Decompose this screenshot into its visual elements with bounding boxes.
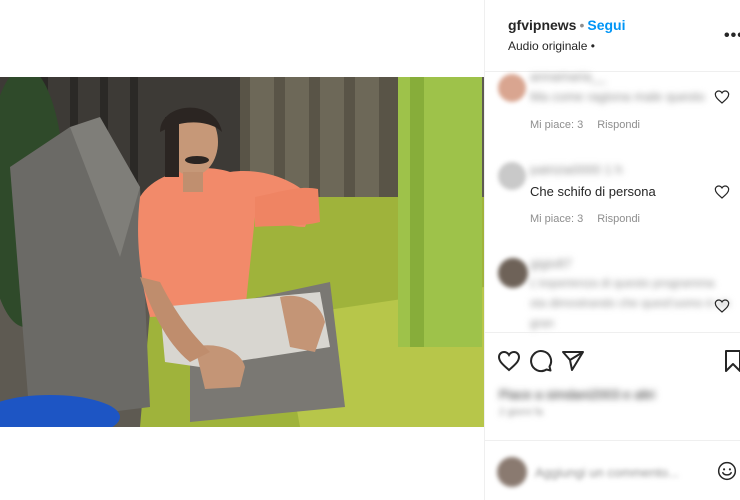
comment-avatar[interactable] xyxy=(498,162,526,190)
post-author: gfvipnews • Segui xyxy=(508,17,626,33)
comment-meta: Mi piace: 3 Rispondi xyxy=(530,119,654,131)
follow-button[interactable]: Segui xyxy=(587,17,625,33)
comment-item: patrizia0000 1 h Che schifo di persona M… xyxy=(485,160,740,240)
emoji-icon[interactable] xyxy=(717,461,737,481)
comment-text: Che schifo di persona xyxy=(530,184,656,199)
username-link[interactable]: gfvipnews xyxy=(508,17,576,33)
heart-icon[interactable] xyxy=(497,349,521,373)
comment-icon[interactable] xyxy=(529,349,553,373)
comment-text-line: gran xyxy=(530,316,555,330)
audio-label[interactable]: Audio originale • xyxy=(508,39,595,53)
add-comment-bar: Aggiungi un commento... xyxy=(485,440,740,500)
likes-summary[interactable]: Piace a simdani2003 e altri xyxy=(499,387,655,402)
more-options-icon[interactable]: ••• xyxy=(724,27,740,45)
comment-avatar[interactable] xyxy=(498,74,526,102)
video-player[interactable] xyxy=(0,77,484,427)
comment-text-line: sta dimostrando che quest'uomo è un xyxy=(530,296,730,310)
comment-likes[interactable]: Mi piace: 3 xyxy=(530,213,583,225)
header-separator: • xyxy=(579,17,585,33)
comment-author[interactable]: gigio87 xyxy=(530,256,572,271)
current-user-avatar xyxy=(497,457,527,487)
comment-heart-icon[interactable] xyxy=(714,184,730,200)
post-header: gfvipnews•Segui Audio originale • ••• xyxy=(485,0,740,72)
share-icon[interactable] xyxy=(561,349,585,373)
comment-heart-icon[interactable] xyxy=(714,89,730,105)
comment-meta: Mi piace: 3 Rispondi xyxy=(530,213,654,225)
comment-input[interactable]: Aggiungi un commento... xyxy=(535,465,679,480)
comment-item: annamaria__ Ma come ragiona male questo … xyxy=(485,69,740,142)
comment-avatar[interactable] xyxy=(498,258,528,288)
comment-heart-icon[interactable] xyxy=(714,298,730,314)
comment-likes[interactable]: Mi piace: 3 xyxy=(530,119,583,131)
reply-button[interactable]: Rispondi xyxy=(597,213,640,225)
comment-author[interactable]: patrizia0000 1 h xyxy=(530,162,623,177)
bookmark-icon[interactable] xyxy=(721,349,740,373)
post-media-area xyxy=(0,0,484,500)
video-frame xyxy=(0,77,484,427)
comment-author[interactable]: annamaria__ xyxy=(530,69,606,84)
comment-text-line: L'esperienza di questo programma xyxy=(530,276,715,290)
post-date: 2 giorni fa xyxy=(499,407,543,418)
action-bar: Piace a simdani2003 e altri 2 giorni fa xyxy=(485,332,740,432)
post-side-panel: gfvipnews•Segui Audio originale • ••• an… xyxy=(484,0,740,500)
comment-text: Ma come ragiona male questo xyxy=(530,89,705,104)
reply-button[interactable]: Rispondi xyxy=(597,119,640,131)
comment-item: gigio87 L'esperienza di questo programma… xyxy=(485,252,740,332)
